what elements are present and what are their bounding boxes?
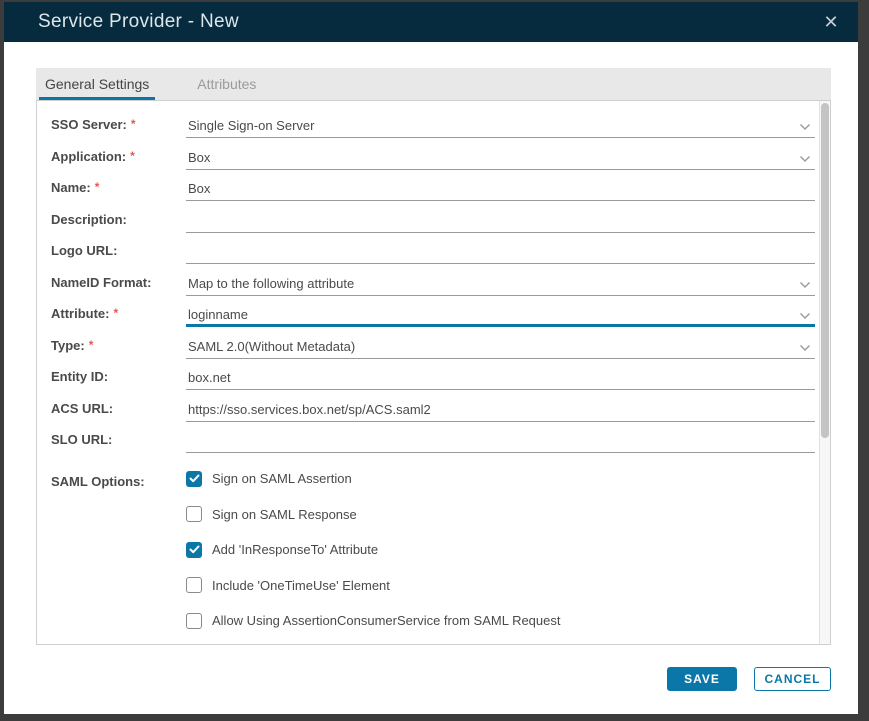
- chevron-down-icon: [800, 313, 810, 319]
- tab-attributes[interactable]: Attributes: [191, 68, 262, 100]
- required-asterisk: *: [94, 180, 100, 194]
- field-label-text: SLO URL:: [51, 432, 113, 447]
- field-label: NameID Format:: [37, 264, 186, 296]
- dialog-title: Service Provider - New: [38, 11, 239, 32]
- saml-options-list: Sign on SAML Assertion Sign on SAML Respo…: [186, 461, 830, 639]
- field-label-text: Description:: [51, 211, 127, 227]
- entity-id-input[interactable]: box.net: [186, 359, 815, 391]
- name-input[interactable]: Box: [186, 170, 815, 202]
- vertical-scrollbar[interactable]: [819, 101, 830, 644]
- saml-options-label: SAML Options:: [51, 474, 145, 489]
- form-row-logo-url: Logo URL:: [37, 233, 830, 265]
- form-rows: SSO Server: * Single Sign-on Server Applica…: [37, 101, 830, 453]
- field-label: Entity ID:: [37, 359, 186, 391]
- service-provider-dialog: Service Provider - New ✕ General Setting…: [4, 2, 858, 714]
- checkbox-unchecked[interactable]: [186, 612, 202, 629]
- dialog-footer: SAVE CANCEL: [36, 667, 831, 691]
- form-row-type: Type: * SAML 2.0(Without Metadata): [37, 327, 830, 359]
- checkbox-checked[interactable]: [186, 470, 202, 487]
- field-label-text: NameID Format:: [51, 274, 152, 290]
- field-value: https://sso.services.box.net/sp/ACS.saml…: [188, 401, 431, 417]
- checkbox-row-allow-using-assertionconsumerservice-from-saml-request[interactable]: Allow Using AssertionConsumerService fro…: [186, 603, 830, 639]
- field-label-text: ACS URL:: [51, 400, 114, 416]
- checkbox-row-add-inresponseto-attribute[interactable]: Add 'InResponseTo' Attribute: [186, 532, 830, 568]
- checkbox-label: Add 'InResponseTo' Attribute: [212, 542, 379, 558]
- attribute-select[interactable]: loginname: [186, 296, 815, 328]
- tab-bar: General Settings Attributes: [36, 68, 831, 100]
- form-row-sso-server: SSO Server: * Single Sign-on Server: [37, 107, 830, 139]
- checkbox-row-sign-on-saml-response[interactable]: Sign on SAML Response: [186, 497, 830, 533]
- form-panel: SSO Server: * Single Sign-on Server Applica…: [36, 100, 831, 645]
- field-label-text: SSO Server:: [51, 117, 127, 132]
- check-icon: [189, 474, 199, 483]
- dialog-titlebar: Service Provider - New ✕: [4, 2, 858, 42]
- field-value: SAML 2.0(Without Metadata): [188, 338, 356, 354]
- dialog-body: General Settings Attributes SSO Server: *…: [4, 42, 858, 714]
- checkbox-unchecked[interactable]: [186, 577, 202, 594]
- field-label-text: Logo URL:: [51, 243, 118, 258]
- required-asterisk: *: [130, 148, 135, 163]
- checkbox-row-include-onetimeuse-element[interactable]: Include 'OneTimeUse' Element: [186, 568, 830, 604]
- logo-url-input[interactable]: [186, 233, 815, 265]
- field-label-text: Attribute:: [51, 306, 110, 321]
- checkbox-checked[interactable]: [186, 541, 202, 558]
- required-asterisk: *: [88, 337, 94, 352]
- field-label-text: Application:: [51, 148, 127, 164]
- field-value: Single Sign-on Server: [188, 118, 315, 133]
- required-asterisk: *: [130, 117, 136, 131]
- form-row-acs-url: ACS URL: https://sso.services.box.net/sp/…: [37, 390, 830, 422]
- field-label: Application: *: [37, 138, 186, 170]
- application-select[interactable]: Box: [186, 138, 815, 170]
- chevron-down-icon: [800, 155, 810, 162]
- field-label: ACS URL:: [37, 390, 186, 422]
- field-label: Name: *: [37, 170, 186, 202]
- form-row-description: Description:: [37, 201, 830, 233]
- form-row-name: Name: * Box: [37, 170, 830, 202]
- field-value: loginname: [188, 307, 248, 322]
- cancel-button[interactable]: CANCEL: [754, 667, 831, 691]
- checkbox-label: Allow Using AssertionConsumerService fro…: [212, 613, 561, 629]
- saml-options-section: SAML Options: Sign on SAML Assertion Sign…: [37, 453, 830, 639]
- required-asterisk: *: [113, 306, 119, 320]
- chevron-down-icon: [800, 344, 810, 351]
- checkbox-label: Sign on SAML Response: [212, 506, 357, 522]
- form-row-attribute: Attribute: * loginname: [37, 296, 830, 328]
- type-select[interactable]: SAML 2.0(Without Metadata): [186, 327, 815, 359]
- modal-overlay: Service Provider - New ✕ General Setting…: [0, 0, 869, 721]
- checkbox-label: Sign on SAML Assertion: [212, 471, 352, 487]
- chevron-down-icon: [800, 124, 810, 130]
- tab-general-settings[interactable]: General Settings: [39, 68, 156, 100]
- field-value: Box: [188, 181, 211, 196]
- checkbox-row-sign-on-saml-assertion[interactable]: Sign on SAML Assertion: [186, 461, 830, 497]
- acs-url-input[interactable]: https://sso.services.box.net/sp/ACS.saml…: [186, 390, 815, 422]
- field-value: Box: [188, 149, 211, 165]
- form-row-slo-url: SLO URL:: [37, 422, 830, 454]
- save-button[interactable]: SAVE: [667, 667, 737, 691]
- field-label: SSO Server: *: [37, 107, 186, 139]
- form-row-application: Application: * Box: [37, 138, 830, 170]
- field-label-text: Name:: [51, 180, 91, 195]
- sso-server-select[interactable]: Single Sign-on Server: [186, 107, 815, 139]
- field-label-text: Type:: [51, 337, 85, 353]
- field-label: Type: *: [37, 327, 186, 359]
- form-row-nameid-format: NameID Format: Map to the following attri…: [37, 264, 830, 296]
- close-icon[interactable]: ✕: [820, 11, 842, 33]
- field-label: Logo URL:: [37, 233, 186, 265]
- check-icon: [189, 545, 199, 554]
- field-label-text: Entity ID:: [51, 369, 109, 384]
- nameid-format-select[interactable]: Map to the following attribute: [186, 264, 815, 296]
- field-label: Attribute: *: [37, 296, 186, 328]
- field-label: SLO URL:: [37, 422, 186, 454]
- form-row-entity-id: Entity ID: box.net: [37, 359, 830, 391]
- field-label: Description:: [37, 201, 186, 233]
- field-value: box.net: [188, 370, 231, 385]
- checkbox-unchecked[interactable]: [186, 506, 202, 523]
- scrollbar-thumb[interactable]: [821, 103, 829, 438]
- slo-url-input[interactable]: [186, 422, 815, 454]
- description-input[interactable]: [186, 201, 815, 233]
- checkbox-label: Include 'OneTimeUse' Element: [212, 577, 390, 593]
- field-value: Map to the following attribute: [188, 275, 355, 291]
- chevron-down-icon: [800, 281, 810, 288]
